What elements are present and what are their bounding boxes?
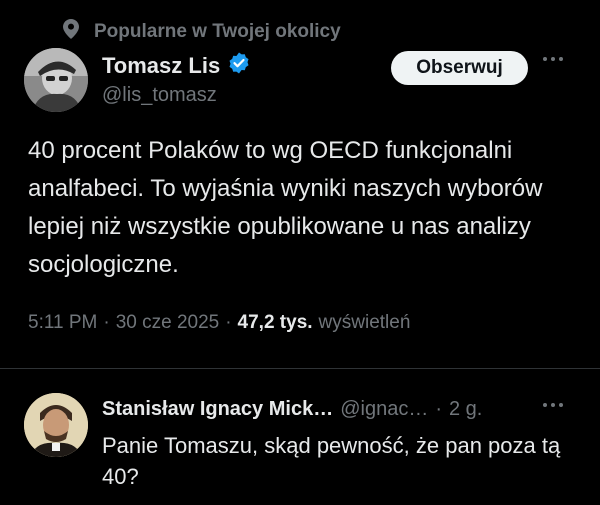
author-avatar[interactable] [24,48,88,112]
verified-badge-icon[interactable] [227,51,251,80]
follow-button[interactable]: Obserwuj [391,51,528,85]
location-pin-icon [62,18,80,45]
divider [0,368,600,369]
separator-dot: · [225,312,232,333]
social-context-label: Popularne w Twojej okolicy [94,20,341,42]
reply-author-handle[interactable]: @ignac… [340,398,428,421]
views-label: wyświetleń [318,312,411,333]
reply-author-name[interactable]: Stanisław Ignacy Mick… [102,398,333,421]
author-handle[interactable]: @lis_tomasz [102,84,217,107]
more-options-icon[interactable] [543,57,563,61]
author-name[interactable]: Tomasz Lis [102,53,220,79]
tweet-time[interactable]: 5:11 PM [28,312,97,334]
reply-text: Panie Tomaszu, skąd pewność, że pan poza… [102,433,561,489]
social-context: Popularne w Twojej okolicy [62,18,341,45]
views-count[interactable]: 47,2 tys. [238,312,313,334]
author-name-row[interactable]: Tomasz Lis [102,51,251,80]
separator-dot: · [435,398,442,420]
tweet-date[interactable]: 30 cze 2025 [116,312,220,334]
separator-dot: · [103,312,110,333]
tweet-meta: 5:11 PM · 30 cze 2025 · 47,2 tys. wyświe… [28,312,410,334]
reply-time[interactable]: 2 g. [449,398,482,421]
tweet-text: 40 procent Polaków to wg OECD funkcjonal… [28,137,543,278]
reply-more-options-icon[interactable] [543,403,563,407]
reply-avatar[interactable] [24,393,88,457]
reply-header: Stanisław Ignacy Mick… @ignac… · 2 g. [102,398,482,421]
